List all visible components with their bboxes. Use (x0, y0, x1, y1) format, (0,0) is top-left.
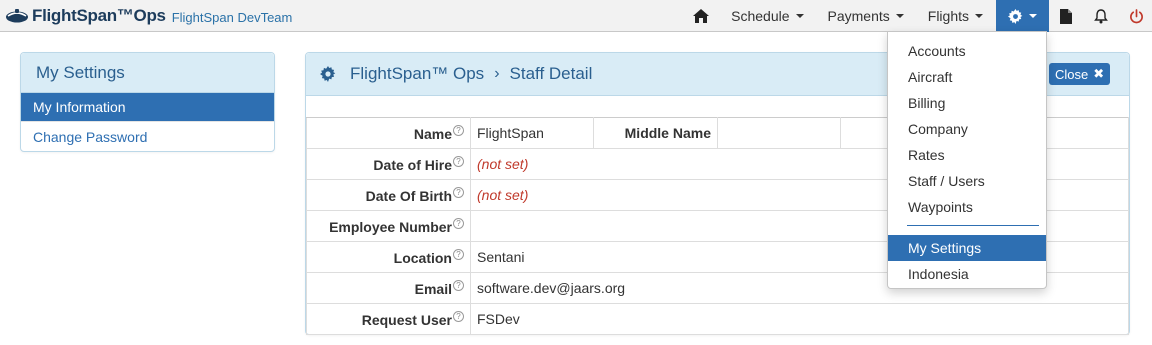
document-icon (1060, 8, 1072, 24)
home-icon (693, 9, 710, 23)
help-icon[interactable]: ? (453, 186, 464, 198)
payments-menu-label: Payments (827, 8, 890, 24)
name-value: FlightSpan (470, 117, 594, 149)
flights-menu-label: Flights (927, 8, 969, 24)
help-icon[interactable]: ? (453, 310, 464, 322)
breadcrumb-separator: › (494, 65, 500, 82)
help-icon[interactable]: ? (453, 155, 464, 167)
close-icon: ✖ (1093, 66, 1105, 81)
my-settings-title: My Settings (21, 53, 274, 93)
help-icon[interactable]: ? (453, 124, 464, 136)
dropdown-item-waypoints[interactable]: Waypoints (888, 194, 1046, 220)
settings-menu-button[interactable] (996, 0, 1049, 32)
notifications-button[interactable] (1083, 0, 1119, 32)
request-user-value: FSDev (470, 303, 1129, 335)
dropdown-divider (907, 225, 1039, 226)
close-button[interactable]: Close ✖ (1049, 63, 1111, 85)
table-row: Request User? FSDev (306, 303, 1129, 335)
dropdown-item-company[interactable]: Company (888, 116, 1046, 142)
chevron-down-icon (895, 14, 904, 18)
dropdown-item-rates[interactable]: Rates (888, 142, 1046, 168)
middle-name-label: Middle Name (593, 117, 718, 149)
settings-dropdown-menu: Accounts Aircraft Billing Company Rates … (887, 31, 1047, 289)
top-navbar: FlightSpan™Ops FlightSpan DevTeam Schedu… (0, 0, 1152, 32)
brand-name: FlightSpan™Ops (32, 6, 166, 25)
chevron-down-icon (795, 14, 804, 18)
documents-button[interactable] (1049, 0, 1083, 32)
field-label: Email? (306, 272, 471, 304)
dropdown-item-billing[interactable]: Billing (888, 90, 1046, 116)
schedule-menu[interactable]: Schedule (719, 0, 815, 32)
logout-button[interactable] (1119, 0, 1152, 32)
dropdown-item-indonesia[interactable]: Indonesia (888, 261, 1046, 287)
dropdown-item-accounts[interactable]: Accounts (888, 38, 1046, 64)
gear-icon (320, 66, 336, 82)
team-name: FlightSpan DevTeam (171, 9, 293, 25)
field-label: Date of Hire? (306, 148, 471, 180)
help-icon[interactable]: ? (453, 248, 464, 260)
gear-icon (1008, 8, 1023, 24)
page-title: Staff Detail (509, 64, 593, 83)
navbar-menu: Schedule Payments Flights (683, 0, 1152, 32)
my-settings-panel: My Settings My Information Change Passwo… (20, 52, 275, 152)
help-icon[interactable]: ? (453, 217, 464, 229)
breadcrumb-root[interactable]: FlightSpan™ Ops (350, 64, 484, 84)
dropdown-item-my-settings[interactable]: My Settings (888, 235, 1046, 261)
chevron-down-icon (975, 14, 983, 18)
chevron-down-icon (1029, 14, 1037, 18)
bell-icon (1094, 8, 1108, 24)
field-label: Request User? (306, 303, 471, 335)
close-button-label: Close (1055, 66, 1089, 82)
plane-logo-icon (5, 8, 29, 24)
middle-name-value (717, 117, 841, 149)
dropdown-item-staff-users[interactable]: Staff / Users (888, 168, 1046, 194)
help-icon[interactable]: ? (453, 279, 464, 291)
settings-item-my-information[interactable]: My Information (21, 93, 274, 122)
field-label: Name? (306, 117, 471, 149)
flights-menu[interactable]: Flights (916, 0, 996, 32)
field-label: Date Of Birth? (306, 179, 471, 211)
dropdown-item-aircraft[interactable]: Aircraft (888, 64, 1046, 90)
settings-item-change-password[interactable]: Change Password (21, 122, 274, 152)
schedule-menu-label: Schedule (731, 8, 790, 24)
field-label: Location? (306, 241, 471, 273)
field-label: Employee Number? (306, 210, 471, 242)
brand-link[interactable]: FlightSpan™Ops FlightSpan DevTeam (5, 0, 292, 32)
power-icon (1129, 8, 1144, 24)
home-button[interactable] (683, 0, 719, 32)
payments-menu[interactable]: Payments (816, 0, 916, 32)
